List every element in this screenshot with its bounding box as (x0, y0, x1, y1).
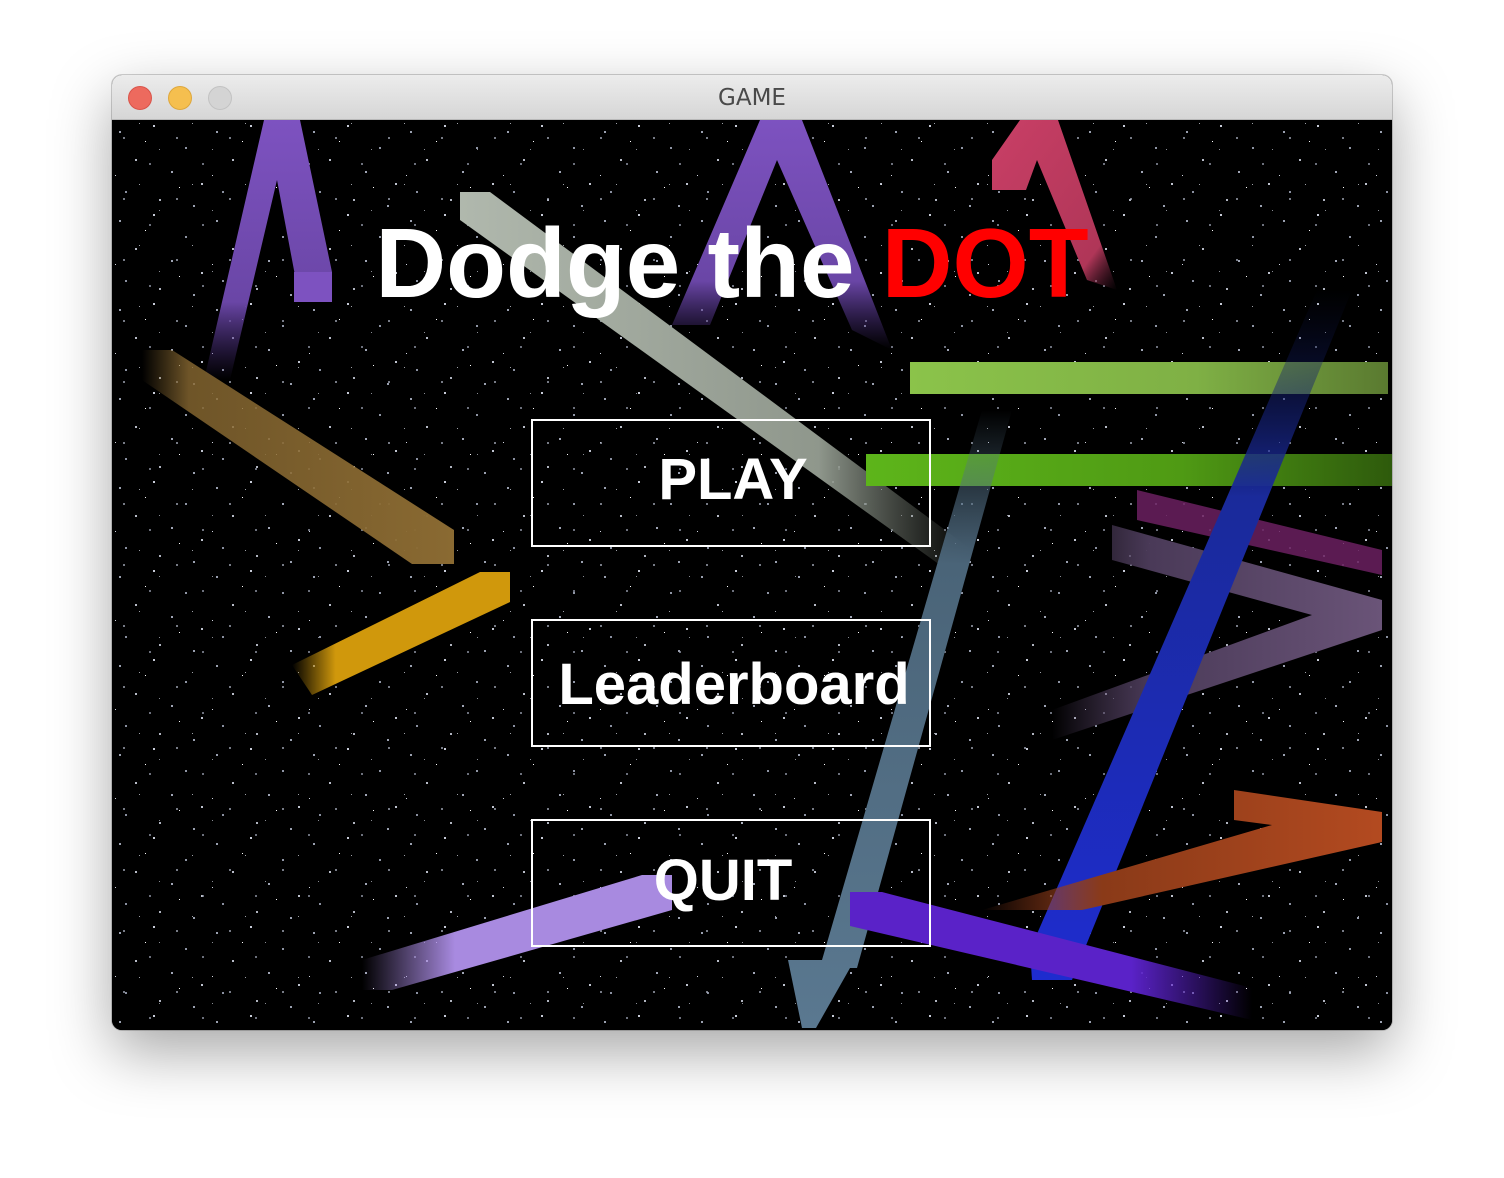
game-title-accent: DOT (881, 208, 1089, 318)
play-button[interactable]: PLAY (531, 419, 931, 547)
play-button-label: PLAY (658, 446, 808, 512)
title-bar: GAME (112, 75, 1392, 120)
window-title: GAME (718, 85, 786, 111)
leaderboard-button-label: Leaderboard (558, 651, 910, 717)
streak-green-bottom (866, 454, 1392, 486)
game-window: GAME Dodge the DOT PLAY Leaderboard QUIT (112, 75, 1392, 1030)
leaderboard-button[interactable]: Leaderboard (531, 619, 931, 747)
quit-button[interactable]: QUIT (531, 819, 931, 947)
game-canvas: Dodge the DOT PLAY Leaderboard QUIT (112, 120, 1392, 1030)
quit-button-label: QUIT (653, 847, 793, 913)
game-title-main: Dodge the (375, 208, 882, 318)
game-title: Dodge the DOT (112, 208, 1352, 318)
